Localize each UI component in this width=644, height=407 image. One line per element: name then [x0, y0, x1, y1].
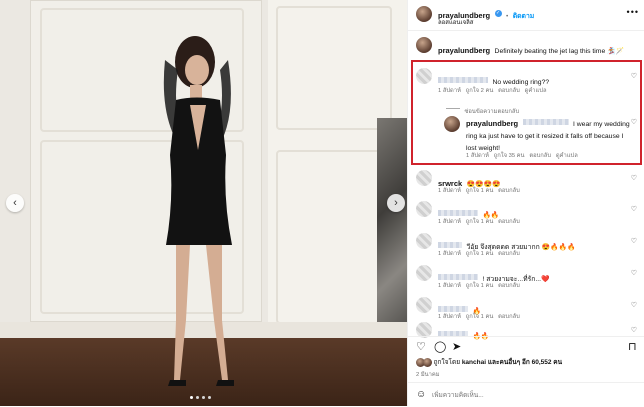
share-icon[interactable]: ➤ [452, 340, 461, 353]
comment-time[interactable]: 1 สัปดาห์ [438, 188, 461, 194]
comment-item: srwrck 😍😍😍😍 1 สัปดาห์ ถูกใจ 1 คน ตอบกลับ… [416, 170, 641, 198]
action-bar: ♡ ◯ ➤ ⊓ [416, 340, 641, 354]
heart-icon[interactable]: ♡ [631, 301, 637, 309]
heart-icon[interactable]: ♡ [631, 326, 637, 334]
reply-button[interactable]: ตอบกลับ [498, 251, 520, 257]
blurred-username[interactable] [438, 273, 478, 280]
carousel-dots [190, 396, 211, 399]
commenter-avatar[interactable] [416, 233, 432, 249]
comment-meta: 1 สัปดาห์ ถูกใจ 1 คน ตอบกลับ [438, 185, 520, 195]
comment-time[interactable]: 1 สัปดาห์ [438, 219, 461, 225]
previous-photo-button[interactable]: ‹ [6, 194, 24, 212]
comment-likes[interactable]: ถูกใจ 1 คน [466, 188, 494, 194]
comment-likes[interactable]: ถูกใจ 1 คน [466, 251, 494, 257]
carousel-dot [196, 396, 199, 399]
heart-icon[interactable]: ♡ [631, 205, 637, 213]
reply-button[interactable]: ตอบกลับ [498, 188, 520, 194]
caption-username[interactable]: prayalundberg [438, 46, 490, 55]
carousel-dot [208, 396, 211, 399]
comment-meta: 1 สัปดาห์ ถูกใจ 1 คน ตอบกลับ [438, 280, 520, 290]
add-comment-bar: ☺ [408, 382, 644, 407]
comment-time[interactable]: 1 สัปดาห์ [438, 314, 461, 320]
heart-icon[interactable]: ♡ [631, 237, 637, 245]
comment-meta: 1 สัปดาห์ ถูกใจ 1 คน ตอบกลับ [438, 248, 520, 258]
instagram-post-view: ‹ › prayalundberg ✓ • ติดตาม ลอสแอนเจลิส… [0, 0, 644, 406]
chevron-right-icon: › [394, 197, 398, 209]
reply-button[interactable]: ตอบกลับ [498, 314, 520, 320]
comment-item: ! สวยงามจะ...ที่รัก...❤️ 1 สัปดาห์ ถูกใจ… [416, 265, 641, 293]
author-avatar[interactable] [416, 37, 432, 53]
likes-summary[interactable]: ถูกใจโดย kanchai และคนอื่นๆ อีก 60,552 ค… [416, 357, 562, 367]
comment-likes[interactable]: ถูกใจ 1 คน [466, 219, 494, 225]
caption-text: Definitely beating the jet lag this time… [494, 48, 625, 55]
author-avatar[interactable] [416, 6, 432, 22]
commenter-avatar[interactable] [416, 265, 432, 281]
comment-time[interactable]: 1 สัปดาห์ [438, 251, 461, 257]
commenter-avatar[interactable] [416, 170, 432, 186]
comment-item: 🔥 1 สัปดาห์ ถูกใจ 1 คน ตอบกลับ ♡ [416, 297, 641, 321]
comment-meta: 1 สัปดาห์ ถูกใจ 1 คน ตอบกลับ [438, 216, 520, 226]
reply-button[interactable]: ตอบกลับ [498, 219, 520, 225]
post-photo[interactable]: ‹ › [0, 0, 407, 406]
post-location[interactable]: ลอสแอนเจลิส [438, 17, 473, 27]
comment-item: วีอัย จึงสุดดดด สวยมากก 😍🔥🔥🔥 1 สัปดาห์ ถ… [416, 233, 641, 261]
more-dots-icon[interactable]: ••• [627, 7, 639, 17]
chevron-left-icon: ‹ [13, 197, 17, 209]
highlight-box [411, 60, 642, 165]
comment-time[interactable]: 1 สัปดาห์ [438, 283, 461, 289]
verified-badge-icon: ✓ [494, 10, 502, 18]
next-photo-button[interactable]: › [387, 194, 405, 212]
commenter-avatar[interactable] [416, 201, 432, 217]
comment-item: 🔥🔥 1 สัปดาห์ ถูกใจ 1 คน ตอบกลับ ♡ [416, 201, 641, 229]
follow-button[interactable]: ติดตาม [513, 13, 535, 20]
commenter-avatar[interactable] [416, 297, 432, 313]
heart-icon[interactable]: ♡ [416, 340, 426, 353]
carousel-dot [190, 396, 193, 399]
likes-user[interactable]: kanchai [462, 359, 486, 366]
comment-likes[interactable]: ถูกใจ 1 คน [466, 283, 494, 289]
woman-figure [163, 36, 234, 386]
comment-item: 🔥🔥 ♡ [416, 322, 641, 340]
likes-count[interactable]: และคนอื่นๆ อีก 60,552 คน [488, 359, 562, 366]
reply-button[interactable]: ตอบกลับ [498, 283, 520, 289]
comment-body: 🔥🔥 [438, 325, 489, 340]
blurred-username[interactable] [438, 209, 478, 216]
likes-prefix: ถูกใจโดย [433, 359, 460, 366]
liker-avatar [422, 357, 432, 367]
comment-meta: 1 สัปดาห์ ถูกใจ 1 คน ตอบกลับ [438, 311, 520, 321]
blurred-username[interactable] [438, 241, 462, 248]
comment-likes[interactable]: ถูกใจ 1 คน [466, 314, 494, 320]
comment-icon[interactable]: ◯ [434, 340, 446, 353]
separator-dot: • [506, 13, 509, 20]
divider [408, 336, 644, 337]
post-date[interactable]: 2 มีนาคม [416, 369, 440, 379]
bookmark-icon[interactable]: ⊓ [628, 340, 637, 353]
post-header: prayalundberg ✓ • ติดตาม ลอสแอนเจลิส ••• [408, 0, 644, 31]
heart-icon[interactable]: ♡ [631, 174, 637, 182]
caption-text-wrap: prayalundberg Definitely beating the jet… [438, 40, 624, 58]
heart-icon[interactable]: ♡ [631, 269, 637, 277]
emoji-icon[interactable]: ☺ [416, 389, 426, 400]
add-comment-input[interactable] [430, 388, 634, 402]
carousel-dot [202, 396, 205, 399]
